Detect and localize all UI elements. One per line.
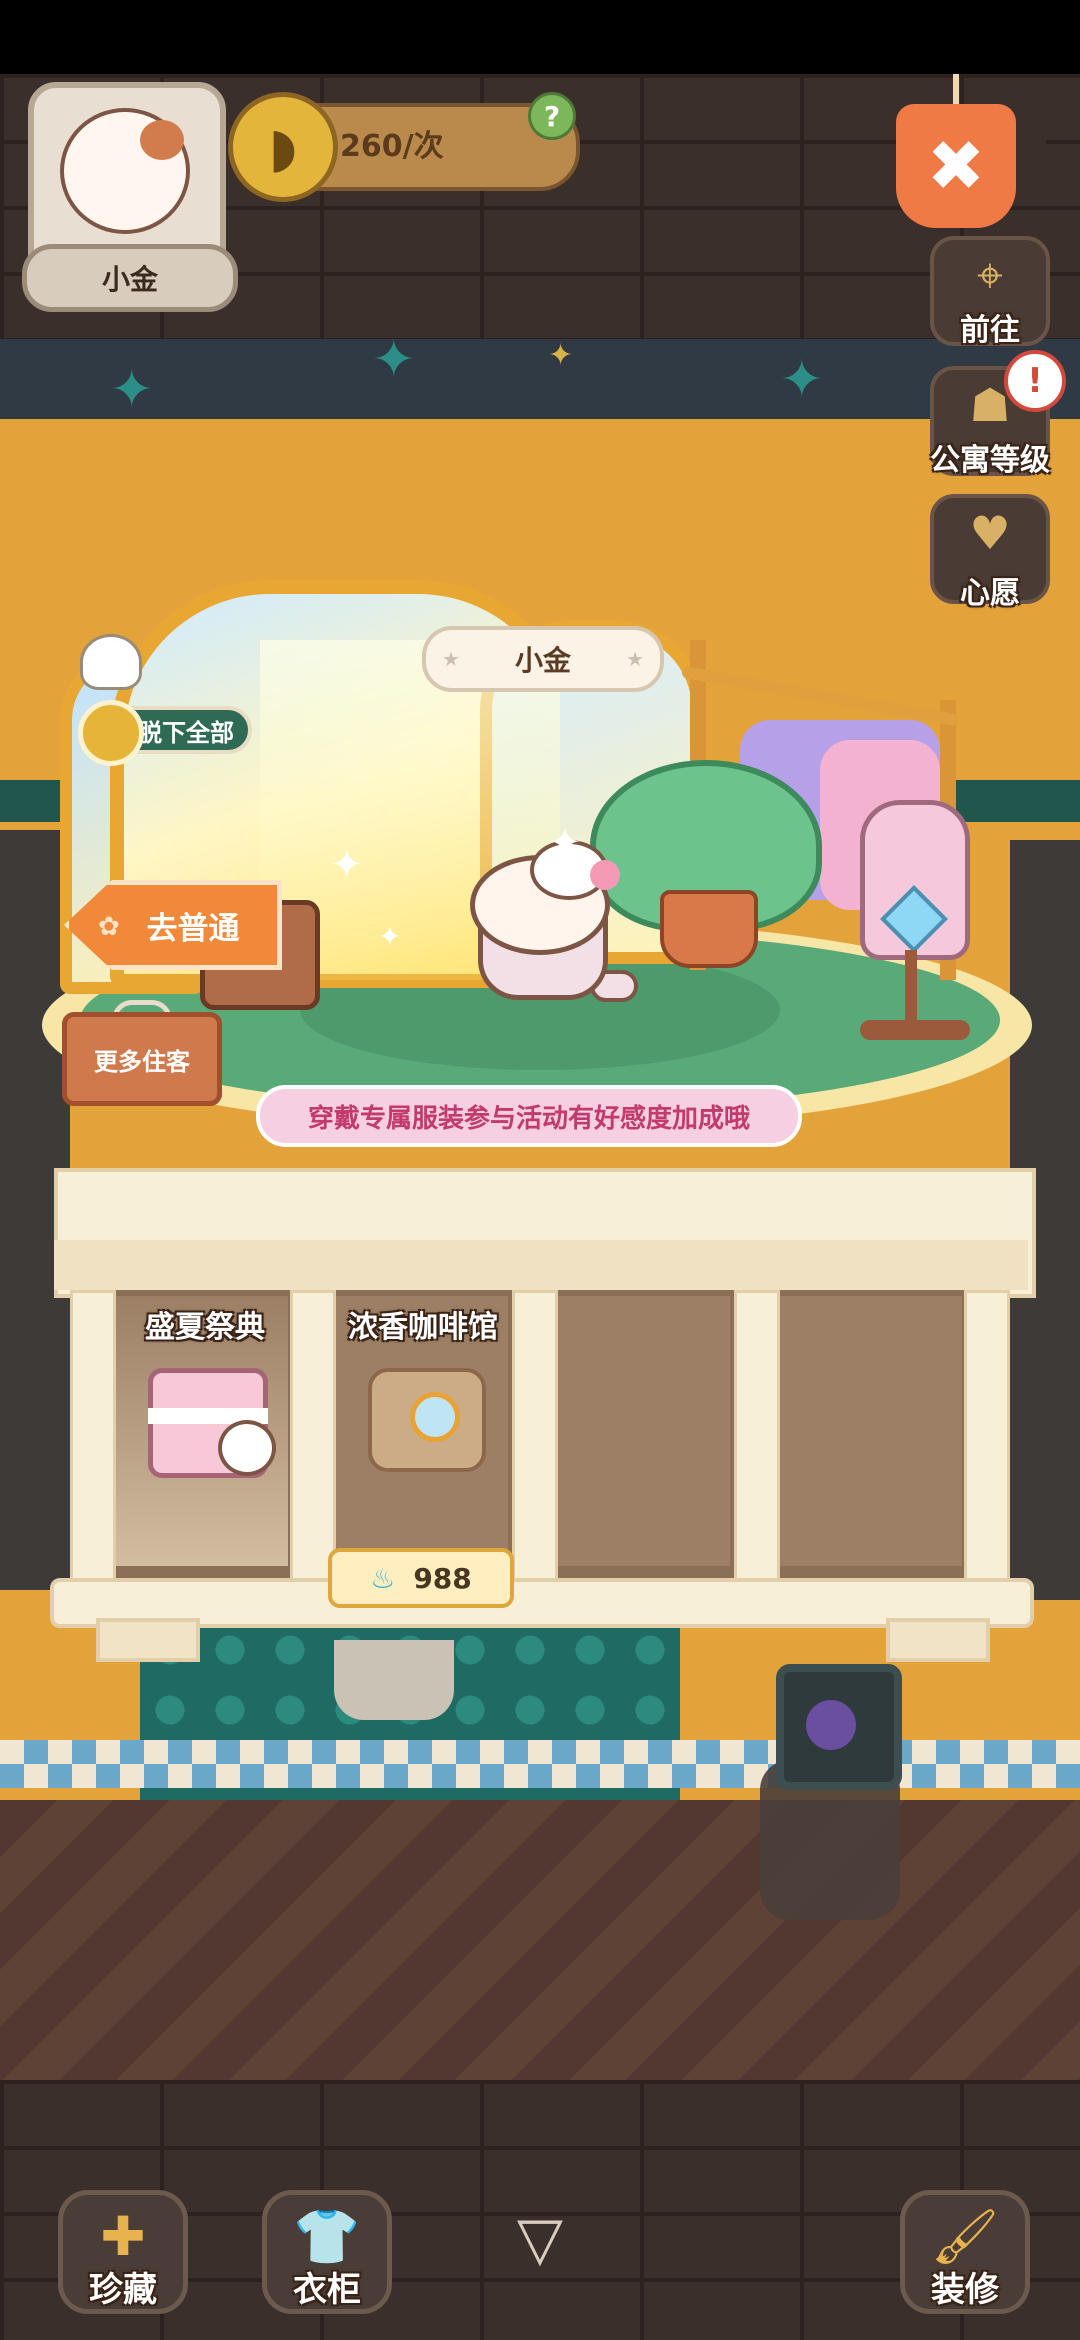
mannequin-base [860,1020,970,1040]
magnifier-icon [410,1392,460,1442]
star-decoration-icon: ✦ [780,350,824,410]
sparkle-icon: ✦ [330,842,364,888]
picture-content [806,1700,856,1750]
star-decoration-icon: ✦ [548,338,574,373]
banana-icon: ◗ [228,92,338,202]
nav-collection-label: 珍藏 [89,2270,157,2310]
character-name-badge: ★ 小金 ★ [422,626,664,692]
currency-rate: 260/次 [340,129,444,164]
cabinet-foot [96,1618,200,1662]
sparkle-icon: ✦ [548,820,582,866]
nav-decorate-label: 装修 [931,2270,999,2310]
flame-icon: ♨ [370,1561,396,1595]
cabinet-post [964,1290,1010,1586]
character-name-label: 小金 [22,244,238,312]
side-menu-wish-label: 心愿 [960,576,1020,611]
status-bar [0,0,1080,74]
slot-title: 浓香咖啡馆 [348,1310,498,1345]
star-icon: ★ [626,647,644,671]
flower-icon: ✿ [98,912,120,942]
avatar-ear-spot [140,120,184,160]
slot-title: 盛夏祭典 [145,1310,265,1345]
outfit-slot-3[interactable] [554,1296,730,1566]
event-tip-banner: 穿戴专属服装参与活动有好感度加成哦 [256,1085,802,1147]
mask-icon [218,1420,276,1476]
cabinet-post [734,1290,780,1586]
help-icon[interactable]: ? [528,92,576,140]
checker-trim [0,1740,1080,1788]
alert-icon: ! [1004,350,1066,412]
flower-accessory [590,860,620,890]
cabinet-foot [886,1618,990,1662]
nav-wardrobe-label: 衣柜 [293,2270,361,2310]
side-menu-go-label: 前往 [960,313,1020,348]
star-decoration-icon: ✦ [110,360,154,420]
star-icon: ★ [442,647,460,671]
collapse-down-icon[interactable]: ▽ [500,2208,580,2270]
ceiling-strip [0,339,1080,419]
duck-icon [80,634,142,690]
star-decoration-icon: ✦ [372,330,416,390]
sparkle-icon: ✦ [378,920,402,953]
cabinet-rim [54,1240,1028,1290]
character-name: 小金 [514,644,571,677]
outfit-slot-4[interactable] [776,1296,962,1566]
close-button[interactable]: ✖ [896,104,1016,228]
price-badge[interactable]: ♨ 988 [328,1548,514,1608]
ring-icon [78,700,144,766]
price-value: 988 [413,1561,472,1595]
more-guests-button[interactable]: 更多住客 [62,1012,222,1106]
plant-pot [660,890,758,968]
side-menu-level-label: 公寓等级 [930,443,1050,478]
wooden-floor [0,1800,1080,2080]
hanging-basket [334,1640,454,1720]
